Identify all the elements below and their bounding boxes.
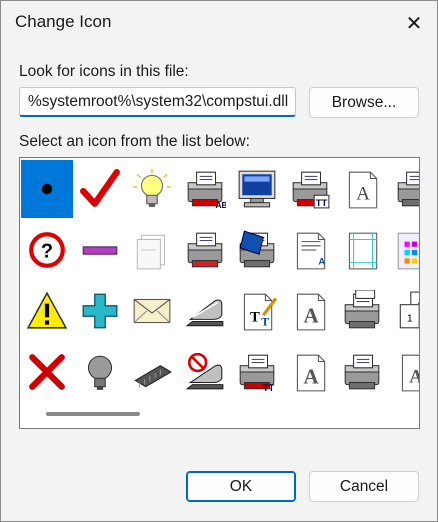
svg-text:TT: TT <box>315 198 327 209</box>
window-title: Change Icon <box>15 12 112 31</box>
icon-cell[interactable] <box>74 160 126 218</box>
font-a-partial-icon: A <box>401 354 420 392</box>
horizontal-scrollbar[interactable] <box>46 412 140 416</box>
plus-cross-icon <box>82 293 117 329</box>
svg-text:A: A <box>356 184 370 205</box>
icon-cell[interactable]: TT <box>284 160 336 218</box>
dot-icon <box>41 183 53 195</box>
svg-text:T: T <box>261 317 269 329</box>
close-icon: ✕ <box>405 12 423 35</box>
no-stapler-icon <box>185 352 223 390</box>
change-icon-dialog: Change Icon ✕ Look for icons in this fil… <box>0 0 438 522</box>
icon-cell[interactable] <box>74 221 126 279</box>
svg-text:?: ? <box>41 240 53 262</box>
icon-cell[interactable] <box>126 221 178 279</box>
red-x-icon <box>29 354 65 390</box>
printer-blue-page-icon <box>239 230 275 268</box>
printer-red-tray-icon <box>187 232 222 268</box>
stapler-icon <box>185 299 223 327</box>
page-layout-icon <box>348 232 378 270</box>
help-question-icon: ? <box>29 232 65 268</box>
icon-cell[interactable]: A <box>389 343 420 401</box>
font-a-document-icon: A <box>296 293 325 331</box>
warning-icon <box>26 291 68 329</box>
printer-tt-icon: TT <box>239 354 275 393</box>
svg-text:A: A <box>303 304 319 328</box>
browse-button[interactable]: Browse... <box>309 87 419 118</box>
svg-text:1: 1 <box>406 313 412 325</box>
icon-cell[interactable] <box>389 160 419 218</box>
svg-text:A: A <box>318 257 325 268</box>
lightbulb-on-icon <box>133 169 171 207</box>
purple-bar-icon <box>82 246 117 255</box>
icon-cell[interactable] <box>336 282 388 340</box>
svg-text:T: T <box>250 310 260 326</box>
printer-stack-icon <box>344 290 380 329</box>
svg-text:AB: AB <box>215 200 226 210</box>
icon-cell[interactable]: 21 <box>389 282 419 340</box>
icon-cell[interactable]: TT <box>231 343 283 401</box>
printer-font-ab-icon: AB <box>187 171 226 210</box>
icon-cell[interactable] <box>336 343 388 401</box>
checkmark-icon <box>79 169 120 207</box>
icon-cell[interactable] <box>126 343 178 401</box>
printer-truetype-icon: TT <box>292 171 329 209</box>
color-swatches-icon <box>397 232 419 270</box>
icon-cell[interactable]: AB <box>179 160 231 218</box>
icon-cell[interactable] <box>21 343 73 401</box>
icon-cell[interactable] <box>21 282 73 340</box>
icon-cell[interactable]: A <box>284 282 336 340</box>
icon-cell[interactable] <box>179 343 231 401</box>
printer-paper-icon <box>397 171 419 207</box>
printer-gray-icon <box>344 354 380 390</box>
icon-cell[interactable] <box>231 221 283 279</box>
font-a-page-icon: A <box>296 354 325 392</box>
icon-cell[interactable]: TT <box>231 282 283 340</box>
printer-doc-icon: A <box>296 232 325 270</box>
lightbulb-off-icon <box>87 355 112 390</box>
icon-cell[interactable] <box>21 160 73 218</box>
icon-cell[interactable] <box>179 282 231 340</box>
icon-cell[interactable] <box>126 282 178 340</box>
title-bar: Change Icon ✕ <box>1 1 437 45</box>
svg-text:A: A <box>409 367 420 388</box>
icon-cell[interactable]: ? <box>21 221 73 279</box>
document-pages-icon <box>136 234 166 270</box>
pages-numbered-icon: 21 <box>399 291 419 329</box>
icon-list[interactable]: AB TT A ? A TT A 21 TT A A <box>19 157 420 429</box>
envelope-icon <box>133 298 171 324</box>
icon-cell[interactable] <box>179 221 231 279</box>
monitor-icon <box>238 170 276 208</box>
close-button[interactable]: ✕ <box>391 1 437 45</box>
font-edit-icon: TT <box>243 293 278 331</box>
icon-cell[interactable] <box>336 221 388 279</box>
icon-cell[interactable] <box>74 282 126 340</box>
memory-chip-icon <box>134 365 172 388</box>
font-document-icon: A <box>348 171 378 209</box>
file-path-input[interactable] <box>19 87 296 117</box>
file-label: Look for icons in this file: <box>19 63 189 80</box>
icon-cell[interactable] <box>126 160 178 218</box>
icon-cell[interactable]: A <box>284 343 336 401</box>
icon-cell[interactable] <box>389 221 419 279</box>
icon-cell[interactable]: A <box>284 221 336 279</box>
svg-text:A: A <box>303 365 319 389</box>
icon-cell[interactable] <box>74 343 126 401</box>
ok-button[interactable]: OK <box>186 471 296 502</box>
icon-list-label: Select an icon from the list below: <box>19 133 250 150</box>
svg-text:TT: TT <box>263 383 275 393</box>
cancel-button[interactable]: Cancel <box>309 471 419 502</box>
icon-cell[interactable]: A <box>336 160 388 218</box>
icon-cell[interactable] <box>231 160 283 218</box>
